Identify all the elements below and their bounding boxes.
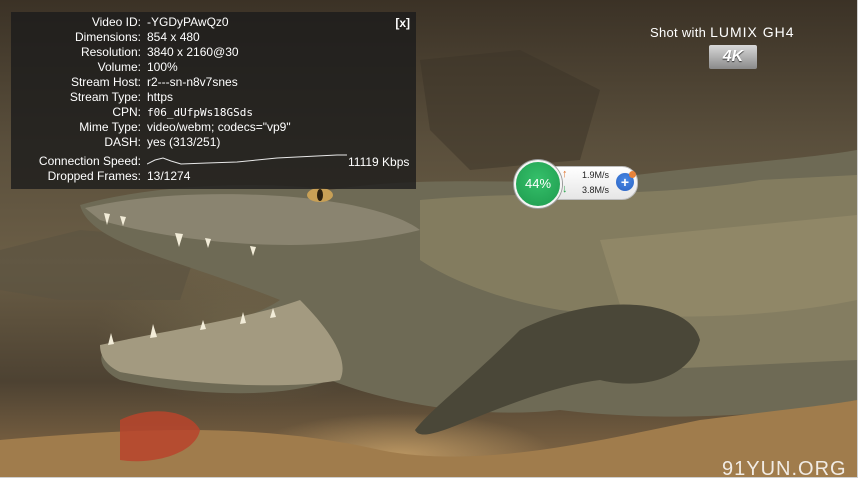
memory-percent-circle[interactable]: 44% bbox=[514, 160, 562, 208]
stat-label: Mime Type: bbox=[79, 120, 141, 134]
upload-speed: 1.9M/s bbox=[582, 170, 610, 180]
stat-value: f06_dUfpWs18GSds bbox=[147, 106, 253, 119]
camera-watermark: Shot with LUMIX GH4 bbox=[650, 24, 795, 40]
stat-label: Stream Type: bbox=[69, 90, 141, 104]
stat-value: 3840 x 2160@30 bbox=[147, 45, 239, 59]
4k-badge: 4K bbox=[709, 45, 757, 69]
camera-model: LUMIX GH4 bbox=[710, 24, 795, 40]
camera-prefix: Shot with bbox=[650, 25, 707, 40]
close-icon[interactable]: [x] bbox=[395, 16, 410, 30]
stat-label: Resolution: bbox=[80, 45, 141, 59]
stat-value: 854 x 480 bbox=[147, 30, 200, 44]
upload-arrow-icon: ↑ bbox=[562, 168, 568, 180]
stat-label: Dropped Frames: bbox=[47, 169, 141, 183]
stat-label: Stream Host: bbox=[70, 75, 141, 89]
connection-speed-graph bbox=[147, 154, 347, 165]
stat-label: Video ID: bbox=[91, 15, 141, 29]
stat-label: Volume: bbox=[97, 60, 141, 74]
stat-value: https bbox=[147, 90, 174, 104]
stat-label: CPN: bbox=[112, 105, 141, 119]
stat-label: Dimensions: bbox=[74, 30, 141, 44]
stat-label: DASH: bbox=[104, 135, 141, 149]
connection-speed-value: 11119 Kbps bbox=[348, 155, 410, 169]
stat-value: video/webm; codecs="vp9" bbox=[147, 120, 291, 134]
stat-value: r2---sn-n8v7snes bbox=[147, 75, 238, 89]
stat-value: 13/1274 bbox=[147, 169, 191, 183]
network-speed-widget[interactable]: 44% ↑ 1.9M/s ↓ 3.8M/s + bbox=[514, 160, 638, 208]
download-speed: 3.8M/s bbox=[582, 185, 610, 195]
stat-value: 100% bbox=[147, 60, 178, 74]
site-watermark: 91YUN.ORG bbox=[722, 458, 847, 478]
download-arrow-icon: ↓ bbox=[562, 183, 568, 195]
stats-for-nerds-panel: [x] Video ID: -YGDyPAwQz0 Dimensions: 85… bbox=[11, 12, 416, 189]
stat-label: Connection Speed: bbox=[38, 154, 141, 168]
notification-dot bbox=[629, 171, 636, 178]
video-player[interactable]: [x] Video ID: -YGDyPAwQz0 Dimensions: 85… bbox=[0, 0, 858, 478]
stat-value: yes (313/251) bbox=[147, 135, 221, 149]
stat-value: -YGDyPAwQz0 bbox=[147, 15, 229, 29]
